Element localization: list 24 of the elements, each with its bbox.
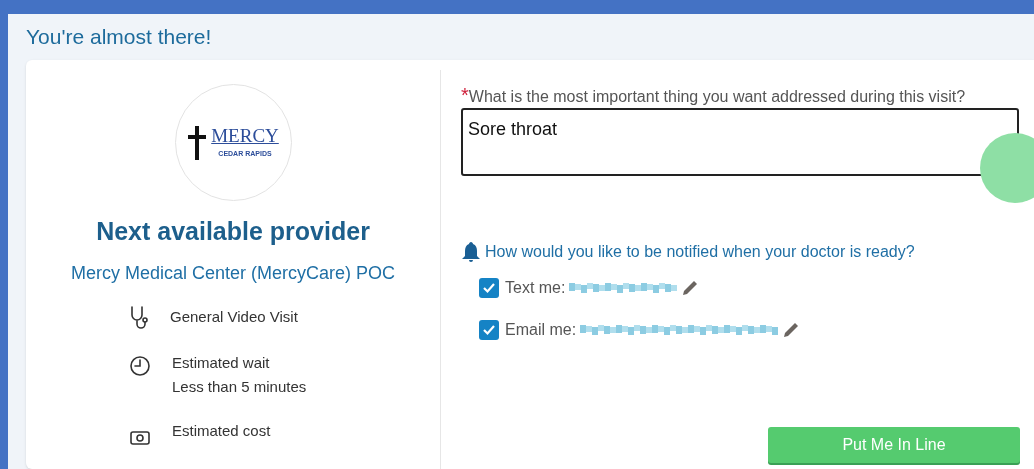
page-title: You're almost there! [26, 24, 213, 50]
cross-icon [187, 125, 208, 160]
bell-icon [461, 241, 481, 263]
provider-location: Mercy Medical Center (MercyCare) POC [69, 261, 397, 285]
reason-field[interactable]: Sore throat [461, 108, 1019, 176]
required-marker: * [461, 84, 469, 106]
notify-prompt: How would you like to be notified when your doctor is ready? [485, 242, 915, 262]
checkbox[interactable] [479, 278, 499, 298]
check-icon [482, 323, 496, 337]
provider-title: Next available provider [96, 216, 370, 247]
option-label: Email me: [505, 320, 577, 340]
logo-name: MERCY [211, 125, 279, 145]
check-icon [482, 281, 496, 295]
checkbox[interactable] [479, 320, 499, 340]
question-text: What is the most important thing you want addressed during this visit? [468, 88, 966, 105]
detail-text: Estimated wait [172, 352, 271, 373]
detail-text: General Video Visit [170, 306, 298, 327]
clock-icon [129, 354, 151, 377]
pencil-icon[interactable] [782, 321, 801, 339]
stethoscope-icon [129, 304, 149, 331]
detail-text: Estimated cost [172, 420, 271, 441]
pencil-icon[interactable] [681, 279, 700, 297]
option-label: Text me: [505, 278, 566, 298]
detail-text: Less than 5 minutes [172, 376, 307, 397]
